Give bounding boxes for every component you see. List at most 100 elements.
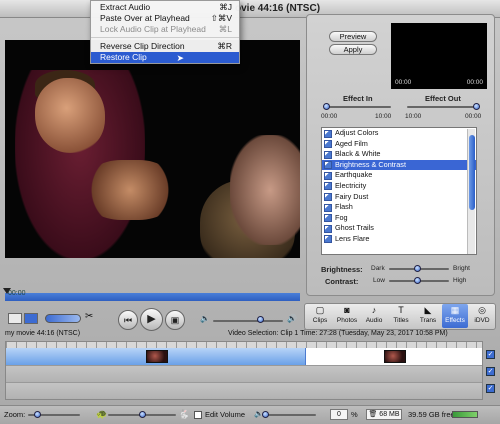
movie-info: my movie 44:16 (NTSC) [5,330,81,337]
video-frame-hand [230,135,300,245]
effects-icon: ▦ [450,305,460,315]
scroll-thumb[interactable] [469,135,475,210]
rabbit-icon: 🐇 [178,409,190,419]
camera-edit-switch[interactable] [45,314,81,323]
tab-clips[interactable]: ▢ Clips [307,304,333,328]
effect-item[interactable]: Electricity [322,181,476,192]
effect-icon [324,150,332,159]
tab-label: iDVD [474,317,490,324]
scrubber-bar[interactable] [5,293,300,301]
camera-icon: ◙ [344,305,350,315]
volume-low-icon: 🔈 [200,314,210,323]
play-button[interactable]: ▶ [140,308,163,331]
audio-track-1-checkbox[interactable]: ✓ [486,367,495,376]
playback-volume-slider[interactable] [213,320,283,322]
effect-in-min: 00:00 [321,113,338,120]
effect-icon [324,214,332,223]
rewind-button[interactable]: ⏮ [118,310,138,330]
tab-audio[interactable]: ♪ Audio [361,304,387,328]
effect-label: Brightness & Contrast [335,159,406,169]
clip-thumbnail [146,350,168,363]
timeline-view-toggle[interactable] [24,313,38,324]
volume-value-field[interactable]: 0 [330,409,348,420]
tab-idvd[interactable]: ◎ iDVD [469,304,495,328]
effect-item[interactable]: Ghost Trails [322,223,476,234]
effect-in-slider[interactable] [325,106,391,108]
selection-info: Video Selection: Clip 1 Time: 27:28 (Tue… [228,330,448,337]
edit-volume-knob[interactable] [262,411,269,418]
effect-out-label: Effect Out [425,94,461,103]
apply-button[interactable]: Apply [329,44,377,55]
audio-track-2[interactable] [6,382,482,399]
edit-volume-slider[interactable] [264,414,316,416]
speaker-icon: ♪ [371,305,377,315]
video-clip-selected[interactable] [6,348,306,365]
effect-out-min: 10:00 [405,113,422,120]
effect-out-knob[interactable] [473,103,480,110]
clips-icon: ▢ [315,305,325,315]
menu-item-extract-audio[interactable]: Extract Audio ⌘J [91,2,239,13]
menu-item-restore-clip[interactable]: Restore Clip ➤ [91,52,239,63]
effect-label: Lens Flare [335,233,370,243]
menu-item-reverse-clip[interactable]: Reverse Clip Direction ⌘R [91,41,239,52]
effect-item[interactable]: Lens Flare [322,234,476,245]
tab-label: Photos [336,317,358,324]
disk-space-meter [452,411,478,418]
effect-in-knob[interactable] [323,103,330,110]
effect-label: Ghost Trails [335,223,374,233]
trash-button[interactable]: 🗑 68 MB [366,409,402,420]
window-title: ovie 44:16 (NTSC) [235,3,321,14]
edit-volume-label: Edit Volume [205,410,246,419]
mouse-cursor-icon: ➤ [176,53,184,63]
effect-label: Fairy Dust [335,191,369,201]
timeline[interactable] [5,341,483,400]
effect-item[interactable]: Black & White [322,149,476,160]
effects-list[interactable]: Adjust Colors Aged Film Black & White Brigh… [321,127,477,255]
playback-volume-knob[interactable] [257,316,264,323]
tab-photos[interactable]: ◙ Photos [334,304,360,328]
zoom-knob[interactable] [34,411,41,418]
brightness-label: Brightness: [321,265,363,274]
effect-icon [324,140,332,149]
effects-list-scrollbar[interactable] [467,129,475,254]
effect-label: Fog [335,212,348,222]
video-viewer[interactable] [5,40,300,258]
effect-item[interactable]: Earthquake [322,170,476,181]
effect-item[interactable]: Brightness & Contrast [322,159,476,171]
contrast-knob[interactable] [414,277,421,284]
effect-icon [324,224,332,233]
brightness-knob[interactable] [414,265,421,272]
tab-trans[interactable]: ◣ Trans [415,304,441,328]
tab-label: Titles [393,317,409,324]
effect-icon [324,235,332,244]
brightness-min: Dark [371,265,385,272]
audio-track-1[interactable] [6,365,482,382]
effect-icon [324,171,332,180]
effect-out-slider[interactable] [407,106,477,108]
play-fullscreen-button[interactable]: ▣ [165,310,185,330]
effect-item[interactable]: Fairy Dust [322,192,476,203]
zoom-label: Zoom: [4,410,26,419]
volume-high-icon: 🔊 [287,314,297,323]
preview-button[interactable]: Preview [329,31,377,42]
effect-label: Aged Film [335,138,368,148]
edit-volume-checkbox[interactable] [194,411,202,419]
tab-effects[interactable]: ▦ Effects [442,304,468,328]
clip-view-toggle[interactable] [8,313,22,324]
menu-item-paste-over[interactable]: Paste Over at Playhead ⇧⌘V [91,13,239,24]
video-track[interactable] [6,348,482,365]
preview-time-right: 00:00 [466,79,483,86]
effect-item[interactable]: Flash [322,202,476,213]
effect-in-max: 10:00 [375,113,392,120]
effect-item[interactable]: Fog [322,213,476,224]
effect-item[interactable]: Aged Film [322,139,476,150]
video-track-checkbox[interactable]: ✓ [486,350,495,359]
tab-titles[interactable]: T Titles [388,304,414,328]
audio-track-2-checkbox[interactable]: ✓ [486,384,495,393]
contrast-max: High [453,277,467,284]
bottom-bar: Zoom: 🐢 🐇 Edit Volume 🔈 0 % 🗑 68 MB 39.5… [0,405,500,424]
tab-label: Clips [312,317,328,324]
effect-out-max: 00:00 [465,113,482,120]
speed-knob[interactable] [139,411,146,418]
effect-item[interactable]: Adjust Colors [322,128,476,139]
